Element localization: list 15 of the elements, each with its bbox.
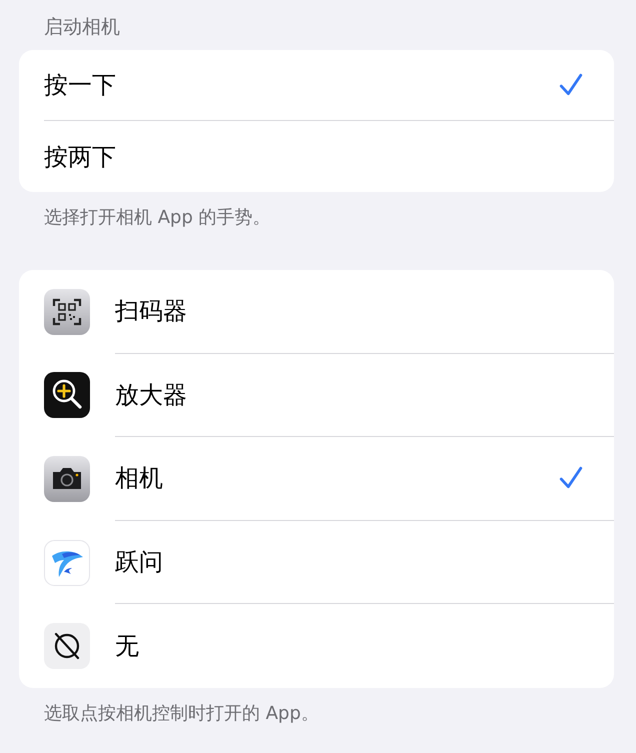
app-option[interactable]: 无 [19,604,614,688]
app-option[interactable]: 相机 [19,437,614,521]
camera-icon [44,456,90,502]
section-header: 启动相机 [43,15,121,40]
app-option[interactable]: 跃问 [19,520,614,604]
app-footer: 选取点按相机控制时打开的 App。 [19,688,614,753]
app-option[interactable]: 放大器 [19,354,614,438]
app-option[interactable]: 扫码器 [19,270,614,354]
gesture-option[interactable]: 按两下 [44,121,614,192]
dolphin-icon [44,540,90,586]
none-icon [44,623,90,670]
magnifier-icon [44,372,90,418]
gesture-footer: 选择打开相机 App 的手势。 [19,192,614,270]
gesture-option[interactable]: 按一下 [44,50,614,121]
qr-code-icon [44,288,90,335]
